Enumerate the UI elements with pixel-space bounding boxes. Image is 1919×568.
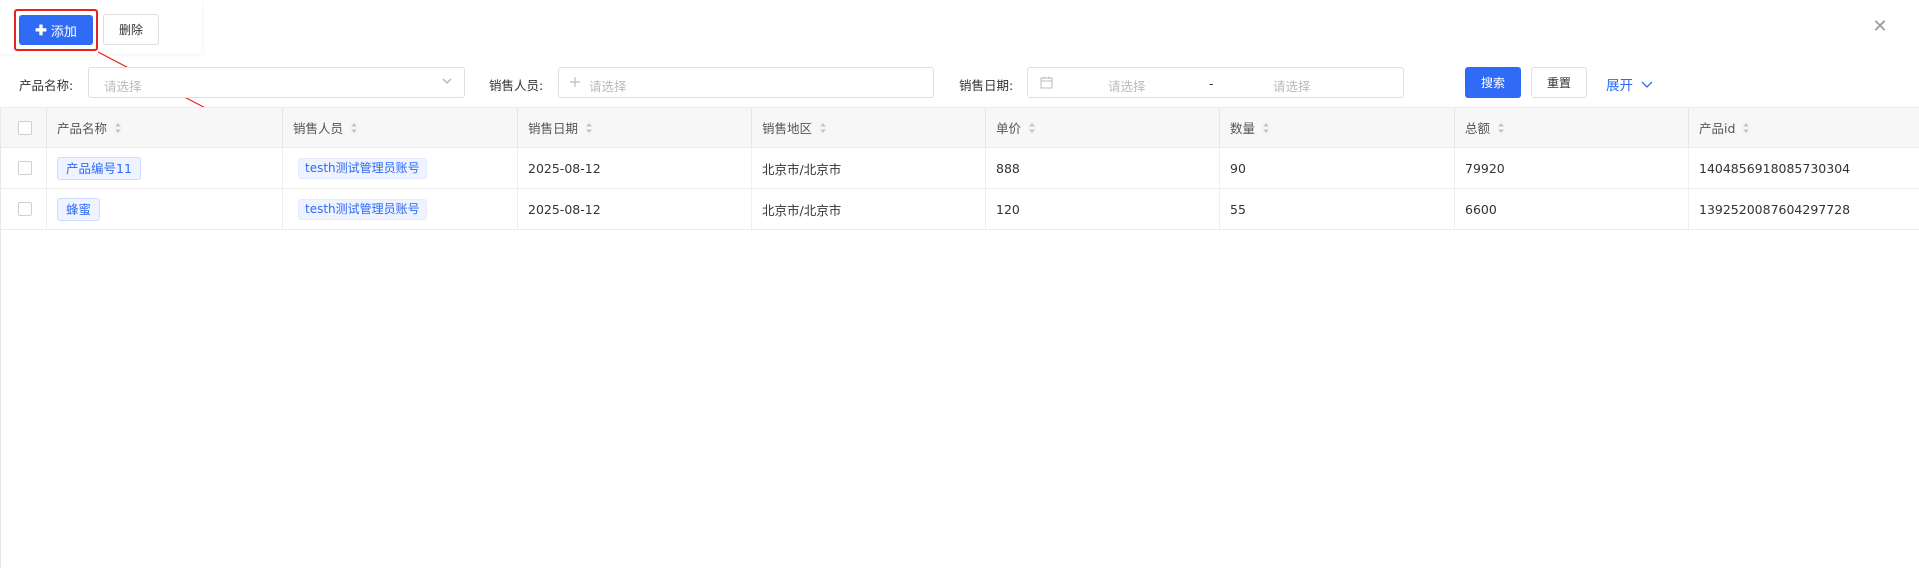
row-checkbox[interactable] <box>18 202 32 216</box>
product-name-select[interactable]: 请选择 <box>88 67 465 98</box>
add-button[interactable]: ✚ 添加 <box>19 15 93 45</box>
cell-total: 79920 <box>1454 148 1688 188</box>
plus-icon: ✚ <box>35 22 47 38</box>
cell-sale-date: 2025-08-12 <box>517 148 751 188</box>
column-header-product-name[interactable]: 产品名称 <box>46 108 282 147</box>
table-header: 产品名称 销售人员 销售日期 销售地区 单价 数量 总额 产品id <box>1 107 1919 148</box>
action-toolbar: ✚ 添加 删除 <box>0 0 202 54</box>
sale-date-label: 销售日期: <box>959 78 1014 93</box>
reset-button[interactable]: 重置 <box>1531 67 1587 98</box>
sort-icon <box>586 122 593 133</box>
search-form: 产品名称: 请选择 销售人员: 请选择 销售日期: 请选择 - 请选择 搜索 重… <box>0 66 1919 100</box>
column-header-label: 产品id <box>1699 121 1736 136</box>
product-name-label: 产品名称: <box>19 78 74 93</box>
column-header-unit-price[interactable]: 单价 <box>985 108 1219 147</box>
column-header-label: 数量 <box>1230 121 1256 136</box>
cell-region: 北京市/北京市 <box>751 148 985 188</box>
select-all-checkbox[interactable] <box>18 121 32 135</box>
add-button-label: 添加 <box>50 23 77 39</box>
column-header-total[interactable]: 总额 <box>1454 108 1688 147</box>
table-row[interactable]: 蜂蜜 testh测试管理员账号 2025-08-12 北京市/北京市 120 5… <box>1 189 1919 230</box>
salesperson-tag: testh测试管理员账号 <box>298 198 427 220</box>
row-checkbox[interactable] <box>18 161 32 175</box>
sort-icon <box>1743 122 1750 133</box>
column-header-label: 单价 <box>996 121 1022 136</box>
column-header-region[interactable]: 销售地区 <box>751 108 985 147</box>
sale-date-range-picker[interactable]: 请选择 - 请选择 <box>1027 67 1404 98</box>
sort-icon <box>1498 122 1505 133</box>
salesperson-tag: testh测试管理员账号 <box>298 157 427 179</box>
cell-region: 北京市/北京市 <box>751 189 985 229</box>
cell-total: 6600 <box>1454 189 1688 229</box>
column-header-label: 产品名称 <box>57 121 108 136</box>
sort-icon <box>1029 122 1036 133</box>
cell-salesperson: testh测试管理员账号 <box>282 189 517 229</box>
sort-icon <box>820 122 827 133</box>
chevron-down-icon <box>442 78 452 84</box>
cell-unit-price: 888 <box>985 148 1219 188</box>
column-header-label: 销售地区 <box>762 121 813 136</box>
cell-product-name: 产品编号11 <box>46 148 282 188</box>
product-name-tag: 蜂蜜 <box>57 197 101 221</box>
chevron-down-icon <box>1641 81 1653 88</box>
sort-icon <box>1263 122 1270 133</box>
cell-product-id: 1404856918085730304 <box>1688 148 1919 188</box>
column-header-sale-date[interactable]: 销售日期 <box>517 108 751 147</box>
column-header-label: 销售人员 <box>293 121 344 136</box>
table-row[interactable]: 产品编号11 testh测试管理员账号 2025-08-12 北京市/北京市 8… <box>1 148 1919 189</box>
sort-icon <box>351 122 358 133</box>
product-name-placeholder: 请选择 <box>104 79 142 94</box>
end-date-placeholder[interactable]: 请选择 <box>1273 76 1311 95</box>
cell-quantity: 55 <box>1219 189 1454 229</box>
salesperson-select[interactable]: 请选择 <box>558 67 934 98</box>
date-range-separator: - <box>1209 76 1214 91</box>
calendar-icon <box>1040 76 1053 89</box>
sort-icon <box>115 122 122 133</box>
column-header-salesperson[interactable]: 销售人员 <box>282 108 517 147</box>
column-header-label: 销售日期 <box>528 121 579 136</box>
cell-salesperson: testh测试管理员账号 <box>282 148 517 188</box>
close-icon[interactable]: ✕ <box>1871 18 1889 36</box>
plus-icon <box>570 77 580 87</box>
salesperson-label: 销售人员: <box>489 78 544 93</box>
column-header-label: 总额 <box>1465 121 1491 136</box>
delete-button[interactable]: 删除 <box>103 14 159 45</box>
data-table: 产品名称 销售人员 销售日期 销售地区 单价 数量 总额 产品id 产品编号11… <box>0 107 1919 568</box>
product-name-tag: 产品编号11 <box>57 156 141 180</box>
cell-unit-price: 120 <box>985 189 1219 229</box>
salesperson-placeholder: 请选择 <box>589 79 627 94</box>
cell-sale-date: 2025-08-12 <box>517 189 751 229</box>
column-header-product-id[interactable]: 产品id <box>1688 108 1919 147</box>
cell-product-id: 1392520087604297728 <box>1688 189 1919 229</box>
cell-product-name: 蜂蜜 <box>46 189 282 229</box>
expand-button[interactable]: 展开 <box>1606 74 1653 94</box>
search-button[interactable]: 搜索 <box>1465 67 1521 98</box>
cell-quantity: 90 <box>1219 148 1454 188</box>
start-date-placeholder[interactable]: 请选择 <box>1108 76 1146 95</box>
expand-button-label: 展开 <box>1606 78 1633 94</box>
column-header-quantity[interactable]: 数量 <box>1219 108 1454 147</box>
